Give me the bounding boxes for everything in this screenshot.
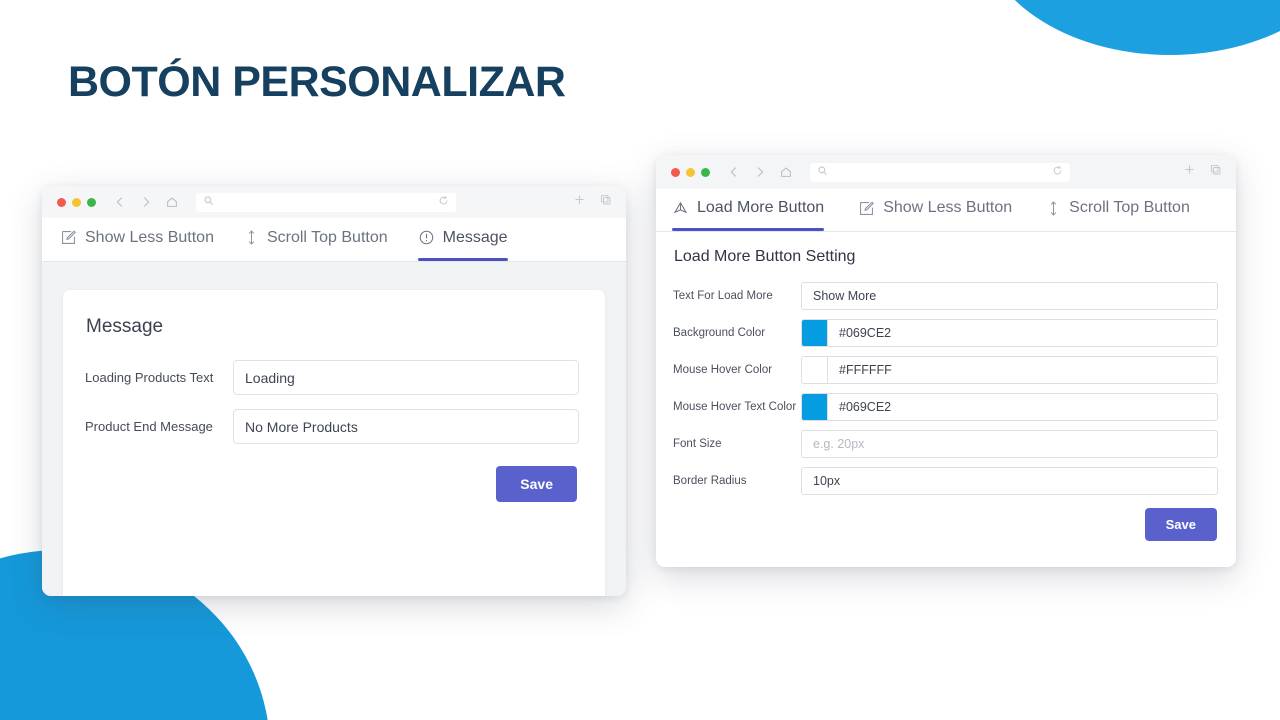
home-icon[interactable] xyxy=(165,195,179,209)
browser-chrome-left xyxy=(42,186,626,218)
copy-icon[interactable] xyxy=(1209,163,1222,181)
panel-heading: Load More Button Setting xyxy=(674,248,856,265)
text-for-load-more-input[interactable]: Show More xyxy=(801,282,1218,310)
search-icon xyxy=(817,163,828,181)
arrow-right-icon[interactable] xyxy=(753,165,767,179)
minimize-window-light[interactable] xyxy=(72,197,81,207)
edit-square-icon xyxy=(858,200,875,217)
left-save-row: Save xyxy=(85,466,579,502)
tab-message[interactable]: Message xyxy=(417,218,508,261)
left-window-body: Message Loading Products Text Loading Pr… xyxy=(42,262,626,596)
right-window-body: Load More Button Setting Text For Load M… xyxy=(656,232,1236,567)
message-settings-card: Message Loading Products Text Loading Pr… xyxy=(62,289,606,596)
field-label: Mouse Hover Color xyxy=(673,364,773,376)
tab-scroll-top-button[interactable]: Scroll Top Button xyxy=(1046,189,1190,231)
font-size-input[interactable]: e.g. 20px xyxy=(801,430,1218,458)
field-label: Product End Message xyxy=(85,419,213,434)
plus-icon[interactable] xyxy=(1183,163,1196,181)
save-button[interactable]: Save xyxy=(1144,508,1217,541)
tabstrip-right: Load More Button Show Less Button Scroll… xyxy=(656,189,1236,232)
window-controls[interactable] xyxy=(57,197,96,207)
exclamation-circle-icon xyxy=(418,229,435,246)
field-row-mouse-hover-text-color: Mouse Hover Text Color #069CE2 xyxy=(673,393,1218,421)
close-window-light[interactable] xyxy=(57,197,66,207)
field-value: #FFFFFF xyxy=(839,363,892,377)
tab-label: Message xyxy=(442,228,508,246)
plus-icon[interactable] xyxy=(573,193,586,211)
field-label: Background Color xyxy=(673,327,766,339)
field-value: 10px xyxy=(813,474,841,488)
background-color-input[interactable]: #069CE2 xyxy=(801,319,1218,347)
field-value: #069CE2 xyxy=(839,400,892,414)
field-label: Mouse Hover Text Color xyxy=(673,401,797,413)
arrows-vertical-icon xyxy=(244,229,259,246)
minimize-window-light[interactable] xyxy=(686,167,695,177)
right-save-row: Save xyxy=(673,508,1218,541)
field-label: Border Radius xyxy=(673,475,747,487)
mouse-hover-color-input[interactable]: #FFFFFF xyxy=(801,356,1218,384)
page-title: BOTÓN PERSONALIZAR xyxy=(68,58,566,106)
field-row-font-size: Font Size e.g. 20px xyxy=(673,430,1218,458)
field-row-mouse-hover-color: Mouse Hover Color #FFFFFF xyxy=(673,356,1218,384)
border-radius-input[interactable]: 10px xyxy=(801,467,1218,495)
tab-label: Show Less Button xyxy=(883,199,1013,216)
browser-chrome-actions xyxy=(573,193,616,211)
tab-show-less-button[interactable]: Show Less Button xyxy=(60,218,214,261)
field-row-product-end-message: Product End Message No More Products xyxy=(85,409,579,444)
browser-window-right: Load More Button Show Less Button Scroll… xyxy=(656,155,1236,567)
field-value: #069CE2 xyxy=(839,326,892,340)
field-label: Text For Load More xyxy=(673,290,773,302)
browser-chrome-actions xyxy=(1183,163,1226,181)
product-end-message-input[interactable]: No More Products xyxy=(233,409,579,444)
edit-square-icon xyxy=(60,229,77,246)
color-swatch[interactable] xyxy=(802,357,828,383)
tab-load-more-button[interactable]: Load More Button xyxy=(672,189,825,231)
reload-icon[interactable] xyxy=(438,193,449,211)
maximize-window-light[interactable] xyxy=(87,197,96,207)
tab-scroll-top-button[interactable]: Scroll Top Button xyxy=(244,218,388,261)
save-button[interactable]: Save xyxy=(496,466,577,502)
field-value: Show More xyxy=(813,289,877,303)
loading-products-text-input[interactable]: Loading xyxy=(233,360,579,395)
address-bar[interactable] xyxy=(810,162,1070,182)
tab-label: Scroll Top Button xyxy=(266,228,388,246)
load-more-icon xyxy=(672,200,689,217)
field-label: Font Size xyxy=(673,438,722,450)
tab-label: Load More Button xyxy=(697,199,825,216)
home-icon[interactable] xyxy=(779,165,793,179)
screenshot-root: BOTÓN PERSONALIZAR Show Less Button Scro… xyxy=(0,0,1280,720)
maximize-window-light[interactable] xyxy=(701,167,710,177)
tab-label: Show Less Button xyxy=(85,228,214,246)
address-bar[interactable] xyxy=(196,192,456,212)
mouse-hover-text-color-input[interactable]: #069CE2 xyxy=(801,393,1218,421)
color-swatch[interactable] xyxy=(802,320,828,346)
window-controls[interactable] xyxy=(671,167,710,177)
arrow-left-icon[interactable] xyxy=(727,165,741,179)
search-icon xyxy=(203,193,214,211)
field-placeholder: e.g. 20px xyxy=(813,437,865,451)
field-row-background-color: Background Color #069CE2 xyxy=(673,319,1218,347)
browser-nav-icons xyxy=(727,165,793,179)
decorative-blob-top-right xyxy=(980,0,1280,55)
arrows-vertical-icon xyxy=(1046,200,1061,217)
reload-icon[interactable] xyxy=(1052,163,1063,181)
close-window-light[interactable] xyxy=(671,167,680,177)
card-heading: Message xyxy=(86,316,164,337)
field-row-loading-products-text: Loading Products Text Loading xyxy=(85,360,579,395)
copy-icon[interactable] xyxy=(599,193,612,211)
tabstrip-left: Show Less Button Scroll Top Button Messa… xyxy=(42,218,626,262)
browser-nav-icons xyxy=(113,195,179,209)
arrow-left-icon[interactable] xyxy=(113,195,127,209)
field-row-border-radius: Border Radius 10px xyxy=(673,467,1218,495)
tab-label: Scroll Top Button xyxy=(1069,199,1190,216)
field-row-text-for-load-more: Text For Load More Show More xyxy=(673,282,1218,310)
tab-show-less-button[interactable]: Show Less Button xyxy=(858,189,1012,231)
arrow-right-icon[interactable] xyxy=(139,195,153,209)
browser-chrome-right xyxy=(656,155,1236,189)
browser-window-left: Show Less Button Scroll Top Button Messa… xyxy=(42,186,626,596)
color-swatch[interactable] xyxy=(802,394,828,420)
field-label: Loading Products Text xyxy=(85,370,214,385)
